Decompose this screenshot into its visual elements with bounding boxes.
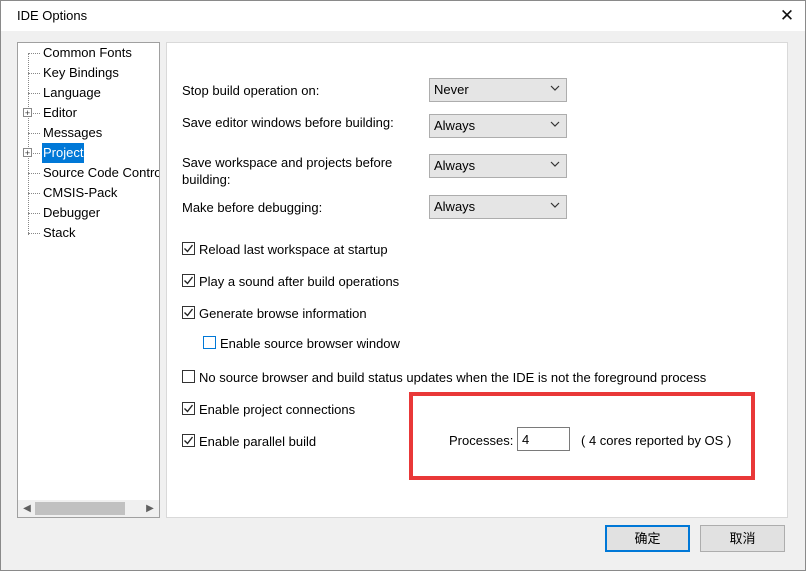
chevron-down-icon bbox=[550, 161, 560, 167]
chevron-down-icon bbox=[550, 85, 560, 91]
save-workspace-label-line2: building: bbox=[182, 172, 231, 187]
tree-item-common-fonts[interactable]: Common Fonts bbox=[18, 43, 158, 63]
tree-item-label: CMSIS-Pack bbox=[43, 185, 118, 200]
tree-branch-line bbox=[28, 173, 40, 174]
category-tree[interactable]: Common Fonts Key Bindings Language + Edi… bbox=[17, 42, 160, 518]
processes-input[interactable] bbox=[517, 427, 570, 451]
checkmark-icon bbox=[184, 308, 194, 317]
checkbox-label: Enable project connections bbox=[199, 402, 356, 417]
checkbox-label: Play a sound after build operations bbox=[199, 274, 400, 289]
tree-branch-line bbox=[28, 93, 40, 94]
stop-build-label: Stop build operation on: bbox=[182, 83, 320, 98]
tree-item-project[interactable]: + Project bbox=[18, 143, 158, 163]
tree-branch-line bbox=[28, 233, 40, 234]
checkbox-box bbox=[182, 242, 195, 255]
ide-options-dialog: IDE Options ✕ Common Fonts Key Bindings … bbox=[0, 0, 806, 571]
tree-item-label: Key Bindings bbox=[43, 65, 119, 80]
tree-item-cmsis-pack[interactable]: CMSIS-Pack bbox=[18, 183, 158, 203]
close-icon[interactable]: ✕ bbox=[769, 1, 805, 31]
checkbox-label: Enable parallel build bbox=[199, 434, 317, 449]
tree-horizontal-scrollbar[interactable]: ◀ ▶ bbox=[18, 500, 159, 517]
scroll-left-icon[interactable]: ◀ bbox=[21, 502, 33, 515]
make-before-debug-dropdown[interactable]: Always bbox=[429, 195, 567, 219]
stop-build-dropdown[interactable]: Never bbox=[429, 78, 567, 102]
dropdown-value: Always bbox=[434, 158, 476, 173]
tree-item-debugger[interactable]: Debugger bbox=[18, 203, 158, 223]
checkbox-box bbox=[182, 370, 195, 383]
make-before-debug-label: Make before debugging: bbox=[182, 200, 323, 215]
tree-item-label: Common Fonts bbox=[43, 45, 132, 60]
checkbox-label: No source browser and build status updat… bbox=[199, 370, 707, 385]
tree-item-label: Debugger bbox=[43, 205, 101, 220]
tree-item-label: Messages bbox=[43, 125, 103, 140]
project-settings-panel: Stop build operation on: Never Save edit… bbox=[166, 42, 788, 518]
tree-branch-line bbox=[28, 133, 40, 134]
ok-button[interactable]: 确定 bbox=[605, 525, 690, 552]
tree-item-editor[interactable]: + Editor bbox=[18, 103, 158, 123]
checkbox-box bbox=[182, 274, 195, 287]
tree-item-label: Editor bbox=[43, 105, 77, 120]
checkbox-label: Enable source browser window bbox=[220, 336, 400, 351]
save-editor-dropdown[interactable]: Always bbox=[429, 114, 567, 138]
checkbox-box bbox=[182, 306, 195, 319]
tree-item-label: Source Code Contro bbox=[43, 165, 160, 180]
tree-item-label: Project bbox=[42, 143, 85, 163]
checkbox-box bbox=[203, 336, 216, 349]
scrollbar-thumb[interactable] bbox=[35, 502, 125, 515]
checkmark-icon bbox=[184, 436, 194, 445]
tree-branch-line bbox=[28, 213, 40, 214]
save-workspace-label-line1: Save workspace and projects before bbox=[182, 155, 393, 170]
expand-plus-icon[interactable]: + bbox=[23, 148, 32, 158]
checkmark-icon bbox=[184, 244, 194, 253]
cancel-button[interactable]: 取消 bbox=[700, 525, 785, 552]
checkbox-box bbox=[182, 402, 195, 415]
tree-item-label: Language bbox=[43, 85, 101, 100]
title-bar: IDE Options ✕ bbox=[1, 1, 805, 31]
tree-item-messages[interactable]: Messages bbox=[18, 123, 158, 143]
save-workspace-dropdown[interactable]: Always bbox=[429, 154, 567, 178]
tree-item-key-bindings[interactable]: Key Bindings bbox=[18, 63, 158, 83]
tree-branch-line bbox=[28, 193, 40, 194]
tree-branch-line bbox=[28, 53, 40, 54]
chevron-down-icon bbox=[550, 121, 560, 127]
dropdown-value: Never bbox=[434, 82, 469, 97]
save-editor-label: Save editor windows before building: bbox=[182, 115, 394, 130]
checkbox-label: Reload last workspace at startup bbox=[199, 242, 388, 257]
window-title: IDE Options bbox=[17, 8, 88, 23]
tree-item-stack[interactable]: Stack bbox=[18, 223, 158, 243]
checkmark-icon bbox=[184, 276, 194, 285]
checkmark-icon bbox=[184, 404, 194, 413]
tree-item-language[interactable]: Language bbox=[18, 83, 158, 103]
tree-item-label: Stack bbox=[43, 225, 76, 240]
dropdown-value: Always bbox=[434, 118, 476, 133]
checkbox-box bbox=[182, 434, 195, 447]
tree-branch-line bbox=[28, 73, 40, 74]
chevron-down-icon bbox=[550, 202, 560, 208]
expand-plus-icon[interactable]: + bbox=[23, 108, 32, 118]
processes-label: Processes: bbox=[449, 433, 514, 448]
cores-reported-note: ( 4 cores reported by OS ) bbox=[581, 433, 732, 448]
checkbox-label: Generate browse information bbox=[199, 306, 367, 321]
scroll-right-icon[interactable]: ▶ bbox=[144, 502, 156, 515]
dropdown-value: Always bbox=[434, 199, 476, 214]
tree-item-source-code-control[interactable]: Source Code Contro bbox=[18, 163, 160, 183]
